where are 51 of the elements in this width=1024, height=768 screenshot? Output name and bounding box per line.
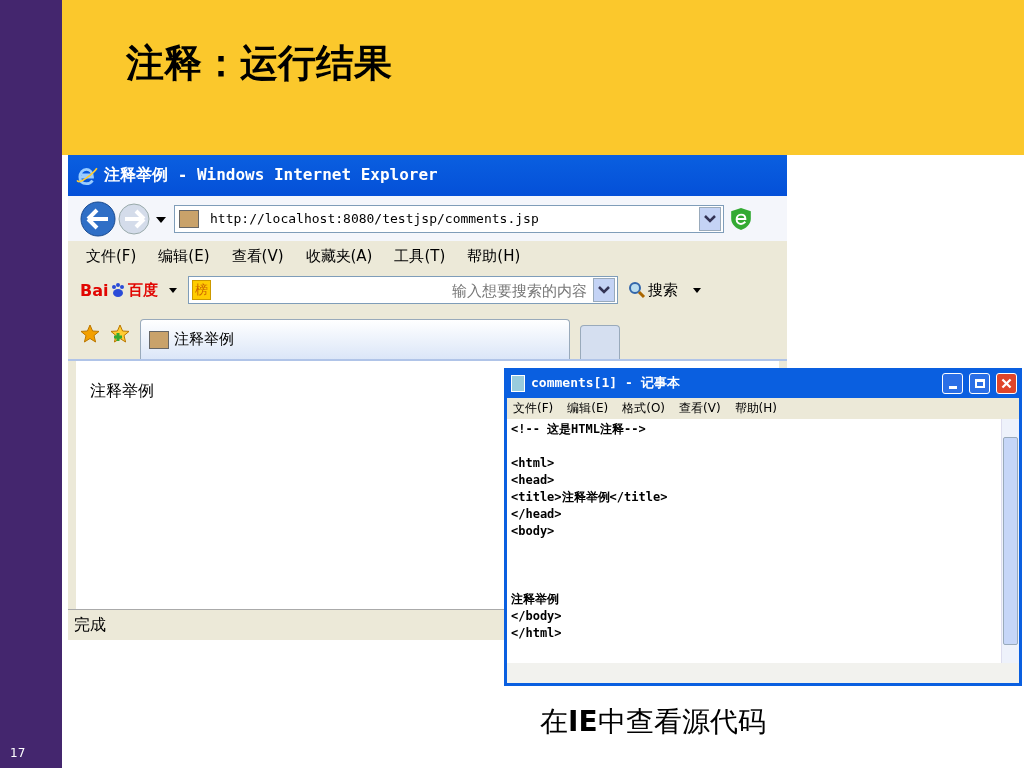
minimize-icon[interactable] (942, 372, 963, 394)
code-line: </html> (511, 625, 563, 642)
vertical-scrollbar[interactable] (1001, 419, 1019, 663)
search-button[interactable]: 搜索 (624, 278, 683, 302)
search-input[interactable]: 输入想要搜索的内容 (211, 280, 594, 300)
menu-item[interactable]: 文件(F) (513, 400, 554, 417)
page-number: 17 (10, 746, 26, 760)
page-icon (179, 209, 199, 228)
dropdown-icon[interactable] (593, 278, 616, 302)
star-icon[interactable] (80, 324, 100, 344)
paw-icon (110, 282, 127, 298)
menu-item[interactable]: 工具(T) (394, 246, 446, 266)
shield-icon[interactable] (730, 206, 752, 231)
logo-text: Bai (80, 280, 109, 300)
code-line: 注释举例 (511, 591, 560, 608)
menu-item[interactable]: 文件(F) (86, 246, 137, 266)
rank-badge: 榜 (192, 280, 212, 300)
window-title: 注释举例 - Windows Internet Explorer (104, 165, 438, 186)
slide-caption: 在IE中查看源代码 (540, 704, 766, 740)
caret-icon[interactable] (168, 285, 179, 295)
menu-item[interactable]: 收藏夹(A) (305, 246, 373, 266)
add-favorite-icon[interactable] (110, 324, 130, 344)
code-line: <head> (511, 472, 556, 489)
search-icon (628, 281, 647, 299)
menu-item[interactable]: 帮助(H) (467, 246, 521, 266)
menu-item[interactable]: 格式(O) (622, 400, 666, 417)
horizontal-scrollbar[interactable] (507, 663, 1019, 683)
code-line: <title>注释举例</title> (511, 489, 669, 506)
status-text: 完成 (74, 614, 106, 636)
menu-item[interactable]: 查看(V) (231, 246, 284, 266)
maximize-icon[interactable] (969, 372, 990, 394)
menu-item[interactable]: 编辑(E) (158, 246, 210, 266)
tab[interactable]: 注释举例 (140, 319, 570, 359)
code-line: <html> (511, 455, 556, 472)
address-field[interactable]: http://localhost:8080/testjsp/comments.jsp (174, 204, 724, 233)
code-line: <!-- 这是HTML注释--> (511, 421, 647, 438)
code-line: <body> (511, 523, 556, 540)
menu-item[interactable]: 查看(V) (679, 400, 721, 417)
code-line: </head> (511, 506, 563, 523)
caret-icon[interactable] (692, 285, 703, 295)
dropdown-icon[interactable] (699, 206, 721, 231)
slide-title: 注释：运行结果 (126, 39, 392, 87)
logo-text: 百度 (128, 280, 159, 300)
menu-item[interactable]: 编辑(E) (567, 400, 609, 417)
page-text: 注释举例 (90, 381, 154, 400)
window-title: comments[1] - 记事本 (531, 374, 681, 392)
close-icon[interactable] (996, 372, 1017, 394)
menu-item[interactable]: 帮助(H) (734, 400, 777, 417)
code-line: </body> (511, 608, 563, 625)
notepad-icon (511, 374, 525, 392)
back-forward-icon[interactable] (78, 198, 168, 239)
